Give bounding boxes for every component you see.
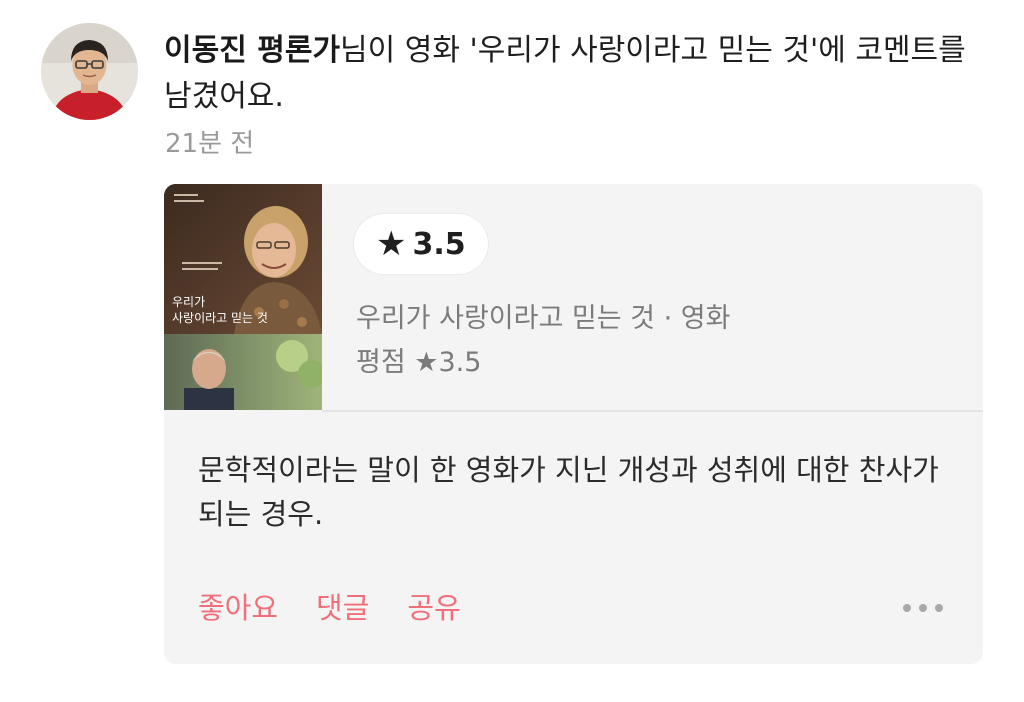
avatar-image xyxy=(41,23,138,120)
movie-title-line: 우리가 사랑이라고 믿는 것 · 영화 xyxy=(356,303,731,334)
svg-text:사랑이라고 믿는 것: 사랑이라고 믿는 것 xyxy=(172,311,268,325)
user-rating-badge: ★ 3.5 xyxy=(354,214,488,274)
comment-text[interactable]: 문학적이라는 말이 한 영화가 지닌 개성과 성취에 대한 찬사가 되는 경우. xyxy=(198,448,948,536)
user-name-link[interactable]: 이동진 평론가 xyxy=(164,33,340,68)
reply-button[interactable]: 댓글 xyxy=(316,586,369,630)
feed-item: 이동진 평론가님이 영화 '우리가 사랑이라고 믿는 것'에 코멘트를 남겼어요… xyxy=(0,0,1024,702)
share-button[interactable]: 공유 xyxy=(407,586,460,630)
divider xyxy=(322,410,983,412)
avatar[interactable] xyxy=(41,23,138,120)
action-bar: 좋아요 댓글 공유 xyxy=(198,586,499,630)
movie-poster-image: 우리가 사랑이라고 믿는 것 xyxy=(164,184,322,410)
star-icon: ★ xyxy=(376,224,407,264)
more-dot xyxy=(935,604,943,612)
timestamp: 21분 전 xyxy=(165,129,255,159)
movie-info-row[interactable]: 우리가 사랑이라고 믿는 것 ★ 3.5 우리가 사랑이라고 믿는 것 · 영화… xyxy=(164,184,983,410)
more-horizontal-icon[interactable] xyxy=(903,598,943,618)
average-rating-line: 평점 ★3.5 xyxy=(356,347,482,378)
more-dot xyxy=(919,604,927,612)
more-dot xyxy=(903,604,911,612)
user-rating-value: 3.5 xyxy=(412,226,466,262)
activity-text: 이동진 평론가님이 영화 '우리가 사랑이라고 믿는 것'에 코멘트를 남겼어요… xyxy=(164,28,994,120)
like-button[interactable]: 좋아요 xyxy=(198,586,278,630)
movie-poster[interactable]: 우리가 사랑이라고 믿는 것 xyxy=(164,184,322,410)
comment-card[interactable]: 우리가 사랑이라고 믿는 것 ★ 3.5 우리가 사랑이라고 믿는 것 · 영화… xyxy=(164,184,983,664)
svg-text:우리가: 우리가 xyxy=(172,295,205,309)
